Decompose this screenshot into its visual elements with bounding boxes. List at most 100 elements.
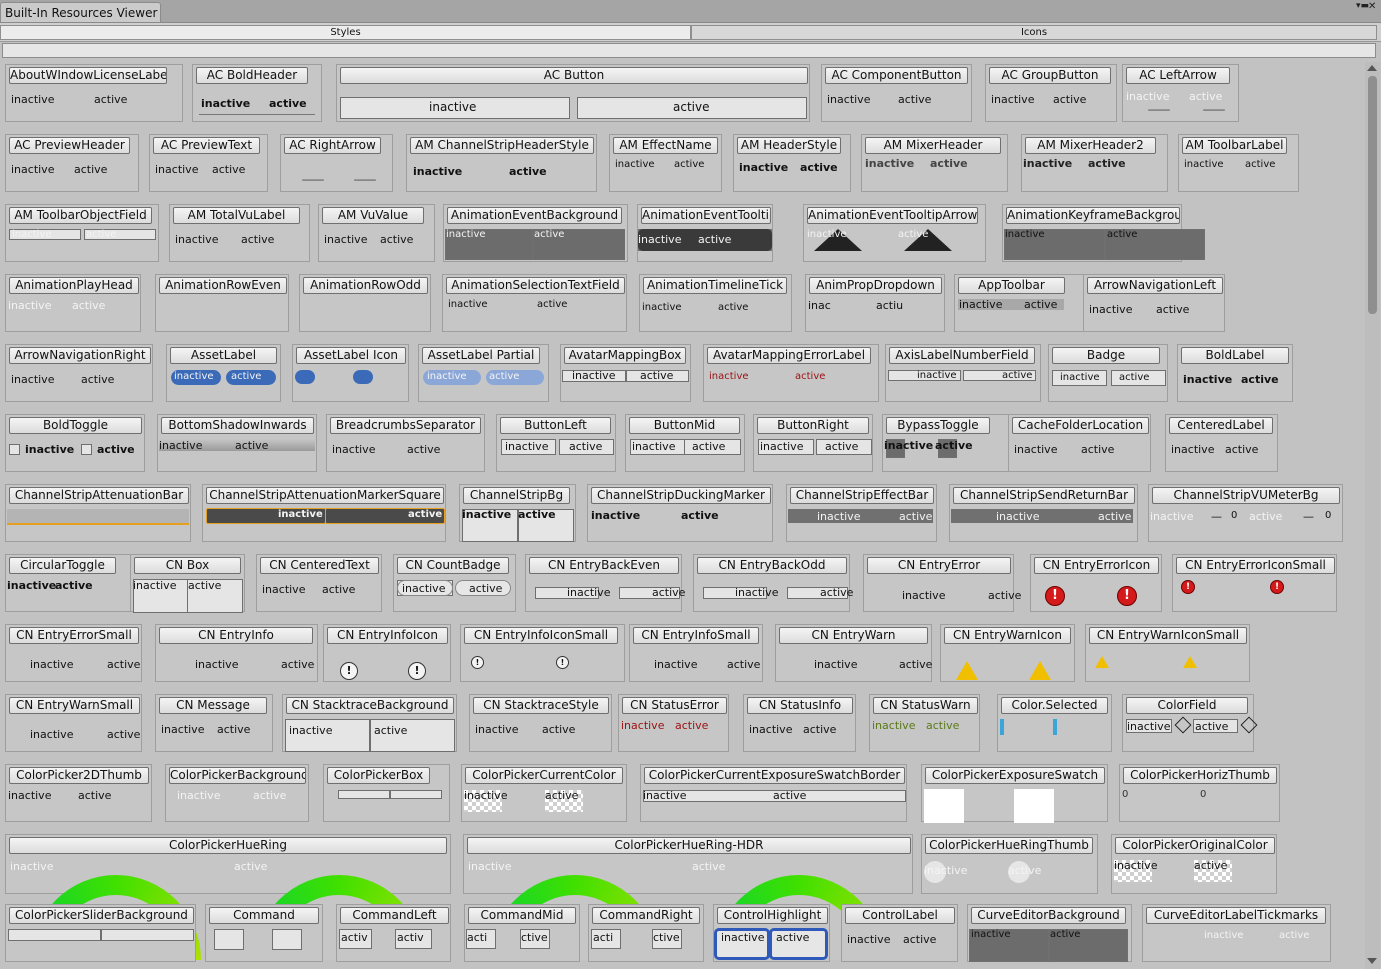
style-name-button[interactable]: AboutWIndowLicenseLabel [9,67,167,84]
active-icon[interactable] [353,370,373,384]
style-name-button[interactable]: ArrowNavigationLeft [1087,277,1223,294]
style-name-button[interactable]: AC PreviewHeader [9,137,130,154]
style-name-button[interactable]: ColorPickerOriginalColor [1115,837,1275,854]
style-name-button[interactable]: CN EntryBackOdd [697,557,847,574]
style-name-button[interactable]: AM TotalVuLabel [173,207,300,224]
style-name-button[interactable]: ArrowNavigationRight [9,347,151,364]
style-name-button[interactable]: CN EntryErrorIcon [1034,557,1159,574]
active-checkbox[interactable] [81,444,92,455]
vertical-scrollbar[interactable] [1365,62,1380,969]
style-name-button[interactable]: ControlHighlight [717,907,828,924]
style-name-button[interactable]: CN EntryErrorIconSmall [1176,557,1335,574]
style-name-button[interactable]: BoldToggle [9,417,142,434]
style-name-button[interactable]: ButtonMid [629,417,740,434]
close-icon[interactable]: ✕ [1368,1,1376,12]
style-name-button[interactable]: ColorPickerCurrentColor [465,767,623,784]
style-name-button[interactable]: ChannelStripDuckingMarker [591,487,771,504]
window-tab[interactable]: Built-In Resources Viewer [0,2,161,22]
style-name-button[interactable]: ChannelStripAttenuationBar [9,487,189,504]
style-name-button[interactable]: ColorPickerBox [327,767,430,784]
style-name-button[interactable]: AC RightArrow [284,137,381,154]
style-name-button[interactable]: AC LeftArrow [1126,67,1230,84]
style-name-button[interactable]: BypassToggle [886,417,990,434]
style-name-button[interactable]: AC PreviewText [153,137,260,154]
style-name-button[interactable]: CN EntryBackEven [529,557,679,574]
style-name-button[interactable]: CN EntryInfoIcon [327,627,448,644]
style-name-button[interactable]: CN EntryWarn [779,627,928,644]
style-name-button[interactable]: AnimationEventTooltipArrow [807,207,978,224]
picker-box-active[interactable] [390,790,442,799]
style-name-button[interactable]: AM ToolbarLabel [1182,137,1287,154]
style-name-button[interactable]: ColorPickerHueRing-HDR [467,837,911,854]
style-name-button[interactable]: AM MixerHeader [865,137,1001,154]
style-name-button[interactable]: ButtonLeft [500,417,611,434]
style-name-button[interactable]: CN Message [159,697,267,714]
scroll-up-icon[interactable] [1367,65,1377,71]
style-name-button[interactable]: AnimationSelectionTextField [446,277,625,294]
style-name-button[interactable]: CN StatusInfo [747,697,853,714]
style-name-button[interactable]: AnimationPlayHead [9,277,139,294]
style-name-button[interactable]: BottomShadowInwards [161,417,314,434]
style-name-button[interactable]: ColorPickerBackground [169,767,306,784]
style-name-button[interactable]: CN EntryInfo [159,627,313,644]
style-name-button[interactable]: AnimationEventBackground [447,207,622,224]
style-name-button[interactable]: AnimationRowEven [159,277,287,294]
style-name-button[interactable]: ColorPickerCurrentExposureSwatchBorder [644,767,905,784]
style-name-button[interactable]: ColorPicker2DThumb [9,767,149,784]
style-name-button[interactable]: AM ChannelStripHeaderStyle [410,137,594,154]
style-name-button[interactable]: CircularToggle [9,557,116,574]
style-name-button[interactable]: CN CenteredText [260,557,379,574]
style-name-button[interactable]: CN EntryWarnIconSmall [1089,627,1247,644]
style-name-button[interactable]: CN EntryWarnSmall [9,697,140,714]
style-name-button[interactable]: BreadcrumbsSeparator [330,417,481,434]
style-name-button[interactable]: CommandMid [468,907,576,924]
style-name-button[interactable]: ColorPickerHueRingThumb [925,837,1093,854]
inactive-checkbox[interactable] [9,444,20,455]
style-name-button[interactable]: AC ComponentButton [825,67,968,84]
command-button-inactive[interactable] [214,929,244,950]
style-name-button[interactable]: ColorPickerHorizThumb [1123,767,1277,784]
style-name-button[interactable]: AnimationEventTooltip [641,207,771,224]
style-name-button[interactable]: CurveEditorLabelTickmarks [1146,907,1326,924]
eyedropper-icon[interactable] [1174,716,1192,734]
slider-bg-active[interactable] [101,929,194,941]
style-name-button[interactable]: BoldLabel [1181,347,1289,364]
picker-box-inactive[interactable] [338,790,390,799]
style-name-button[interactable]: CN CountBadge [397,557,509,574]
command-button-active[interactable] [272,929,302,950]
style-name-button[interactable]: AC GroupButton [989,67,1111,84]
style-name-button[interactable]: ColorPickerSliderBackground [9,907,194,924]
style-name-button[interactable]: ChannelStripVUMeterBg [1152,487,1340,504]
style-name-button[interactable]: Command [209,907,319,924]
scroll-thumb[interactable] [1368,76,1377,314]
style-name-button[interactable]: AvatarMappingErrorLabel [707,347,871,364]
style-name-button[interactable]: AM EffectName [613,137,718,154]
style-name-button[interactable]: ColorField [1126,697,1248,714]
style-name-button[interactable]: AvatarMappingBox [564,347,686,364]
style-name-button[interactable]: AppToolbar [958,277,1065,294]
style-name-button[interactable]: ControlLabel [845,907,955,924]
style-name-button[interactable]: ChannelStripBg [463,487,570,504]
tab-icons[interactable]: Icons [691,25,1377,40]
style-name-button[interactable]: CN StacktraceBackground [286,697,454,714]
style-name-button[interactable]: CurveEditorBackground [971,907,1126,924]
style-name-button[interactable]: CN StatusWarn [873,697,978,714]
style-name-button[interactable]: AssetLabel Icon [296,347,406,364]
style-name-button[interactable]: CommandLeft [340,907,449,924]
inactive-icon[interactable] [295,370,315,384]
style-name-button[interactable]: CN EntryError [867,557,1011,574]
style-name-button[interactable]: AnimPropDropdown [809,277,942,294]
style-name-button[interactable]: Color.Selected [1001,697,1108,714]
style-name-button[interactable]: AnimationTimelineTick [643,277,787,294]
style-name-button[interactable]: AssetLabel Partial [422,347,540,364]
style-name-button[interactable]: AM HeaderStyle [737,137,841,154]
style-name-button[interactable]: AM ToolbarObjectField [9,207,152,224]
style-name-button[interactable]: ChannelStripAttenuationMarkerSquare [206,487,444,504]
style-name-button[interactable]: ColorPickerHueRing [9,837,447,854]
style-name-button[interactable]: AssetLabel [170,347,277,364]
style-name-button[interactable]: CN EntryInfoIconSmall [464,627,618,644]
style-name-button[interactable]: Badge [1052,347,1160,364]
style-name-button[interactable]: AnimationRowOdd [303,277,428,294]
style-name-button[interactable]: ColorPickerExposureSwatch [925,767,1105,784]
style-name-button[interactable]: AnimationKeyframeBackground [1006,207,1180,224]
